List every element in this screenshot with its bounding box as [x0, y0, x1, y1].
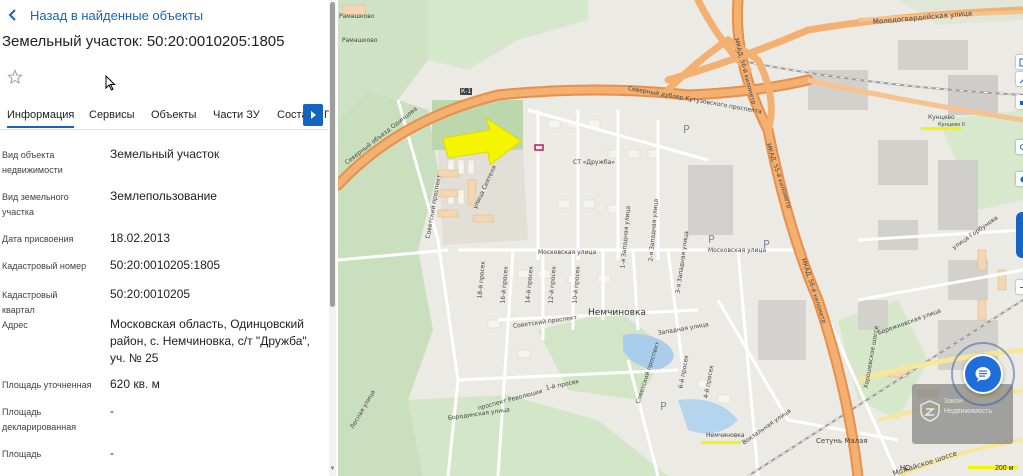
chevron-left-icon — [8, 9, 16, 21]
map-tool-button[interactable] — [1016, 95, 1023, 109]
map-copyright: НС — [900, 465, 911, 472]
map-scale: 200 м — [995, 465, 1014, 472]
map-label: Сетунь Малая — [816, 437, 868, 445]
map-tool-button[interactable] — [1016, 140, 1023, 154]
map-label: СТ «Дружба» — [573, 159, 615, 166]
parking-icon: P — [683, 123, 690, 136]
info-value: - — [110, 446, 114, 460]
map-label: Рамашково — [342, 37, 378, 44]
page-title: Земельный участок: 50:20:0010205:1805 — [2, 33, 285, 50]
map-label: Кунцево II — [938, 122, 965, 128]
search-icon — [1019, 143, 1023, 150]
info-icon — [1020, 176, 1023, 182]
zoom-in-button[interactable] — [1016, 280, 1023, 294]
info-label: Площадь — [2, 449, 42, 459]
map-label: К-1 — [460, 88, 473, 95]
info-value: 620 кв. м — [110, 377, 160, 391]
info-label: Кадастровый квартал — [2, 290, 58, 315]
object-panel: Назад в найденные объекты Земельный учас… — [0, 0, 338, 476]
print-icon — [1019, 100, 1023, 105]
map-label: Рамашково — [339, 13, 375, 20]
chevron-right-icon — [311, 111, 316, 119]
tab-info[interactable]: Информация — [7, 109, 75, 128]
info-label: Дата присвоения — [2, 234, 74, 244]
tab-services[interactable]: Сервисы — [89, 109, 135, 121]
info-value: 18.02.2013 — [110, 231, 171, 245]
layers-icon — [1019, 58, 1023, 66]
map-tool-button[interactable] — [1016, 72, 1023, 86]
info-label: Площадь уточненная — [2, 380, 92, 390]
info-label: Адрес — [2, 320, 28, 330]
parking-icon: P — [660, 400, 667, 413]
ruler-icon — [1019, 78, 1023, 83]
shield-logo-icon — [920, 400, 940, 422]
info-value: 50:20:0010205:1805 — [110, 258, 221, 272]
scroll-down-arrow-icon[interactable]: ▼ — [329, 466, 336, 474]
tabs-next-button[interactable] — [303, 104, 323, 126]
tab-bar: Информация Сервисы Объекты Части ЗУ Сост… — [0, 103, 332, 130]
map-tool-button[interactable] — [1016, 172, 1023, 186]
info-value: Московская область, Одинцовский район, с… — [110, 317, 311, 365]
panel-scrollbar[interactable] — [329, 0, 336, 476]
back-link-label: Назад в найденные объекты — [30, 7, 204, 23]
info-label: Площадь декларированная — [2, 407, 77, 432]
map-label: Московская улица — [538, 249, 597, 256]
map-label: Немчиновка — [588, 308, 646, 318]
tab-parts[interactable]: Части ЗУ — [213, 109, 260, 121]
info-value: 50:20:0010205 — [110, 287, 191, 301]
plus-icon — [1019, 283, 1023, 291]
map-label: Кунцево — [928, 114, 955, 121]
tab-objects[interactable]: Объекты — [151, 109, 196, 121]
mouse-cursor-icon — [105, 75, 116, 91]
info-label: Кадастровый номер — [2, 261, 87, 271]
chat-button[interactable] — [963, 354, 1003, 394]
info-value: Земельный участок — [110, 147, 220, 161]
info-label: Вид объекта недвижимости — [2, 150, 63, 175]
chat-icon — [975, 367, 991, 382]
map-tool-button[interactable] — [1016, 55, 1023, 69]
map-label: Московская улица — [708, 247, 767, 254]
back-link[interactable]: Назад в найденные объекты — [6, 6, 203, 24]
info-value: Землепользование — [110, 189, 217, 203]
parking-icon: P — [708, 233, 715, 246]
map-label: Немчиновка — [706, 432, 745, 439]
star-icon[interactable] — [7, 69, 23, 85]
info-value: - — [110, 404, 114, 418]
side-panel-toggle[interactable] — [1016, 212, 1023, 258]
info-label: Вид земельного участка — [2, 192, 69, 217]
scrollbar-thumb[interactable] — [330, 2, 335, 307]
